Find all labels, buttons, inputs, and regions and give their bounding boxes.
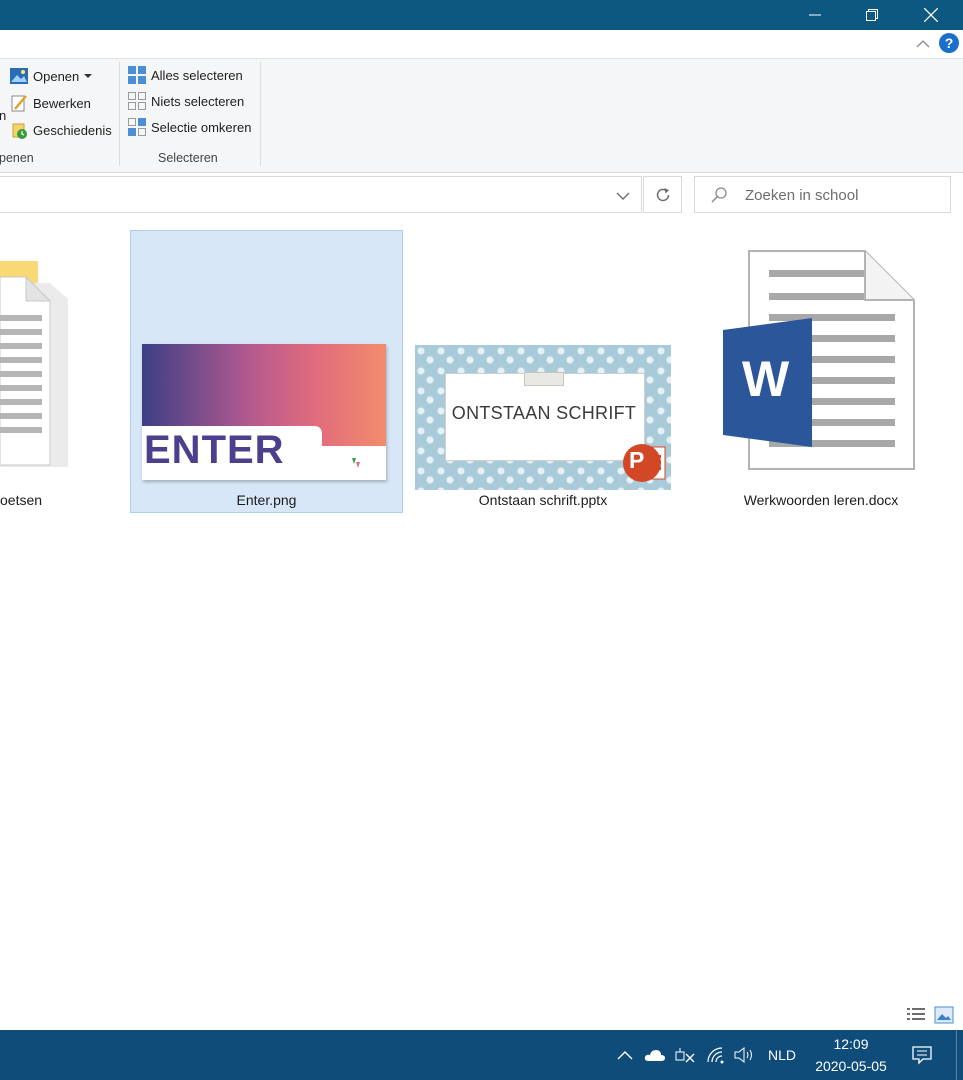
close-icon	[924, 8, 938, 22]
ribbon-tab-strip	[0, 30, 963, 58]
restore-icon	[866, 9, 878, 21]
edit-icon	[9, 93, 29, 113]
chevron-up-icon	[916, 39, 930, 47]
address-history-dropdown[interactable]	[611, 184, 635, 208]
minimize-icon	[809, 14, 821, 16]
edit-button[interactable]: Bewerken	[9, 92, 91, 114]
cloud-icon	[644, 1050, 665, 1061]
action-center-button[interactable]	[910, 1044, 934, 1066]
file-name[interactable]: oetsen	[0, 492, 42, 508]
thumbnail-text: ONTSTAAN SCHRIFT	[451, 403, 637, 423]
clock-time[interactable]: 12:09	[810, 1036, 892, 1052]
history-button[interactable]: Geschiedenis	[9, 119, 112, 141]
open-icon	[9, 66, 29, 86]
ribbon-collapse-button[interactable]	[913, 34, 933, 52]
file-item-ontstaan-schrift-pptx[interactable]: ONTSTAAN SCHRIFT P	[415, 345, 671, 490]
image-thumbnail: ENTER	[142, 344, 386, 480]
open-button[interactable]: Openen	[9, 65, 93, 87]
restore-button[interactable]	[843, 0, 901, 30]
invert-selection-label: Selectie omkeren	[151, 119, 252, 135]
refresh-button[interactable]	[643, 176, 682, 213]
search-icon	[711, 187, 727, 203]
file-name[interactable]: Enter.png	[130, 492, 403, 508]
select-none-label: Niets selecteren	[151, 93, 245, 109]
notification-icon	[912, 1046, 932, 1065]
network-adapter-button[interactable]	[673, 1044, 697, 1066]
invert-selection-button[interactable]: Selectie omkeren	[127, 116, 251, 138]
thumbnail-text: ENTER	[144, 428, 285, 472]
large-icons-view-icon[interactable]	[934, 1006, 954, 1024]
select-group-label: Selecteren	[158, 151, 218, 165]
title-bar[interactable]	[0, 0, 963, 30]
select-none-button[interactable]: Niets selecteren	[127, 90, 244, 112]
select-all-icon	[127, 65, 147, 85]
open-label: Openen	[33, 68, 80, 84]
open-group-label: penen	[0, 151, 34, 165]
volume-button[interactable]	[732, 1044, 756, 1066]
file-item-werkwoorden-leren-docx[interactable]: W	[722, 250, 918, 472]
refresh-icon	[656, 187, 669, 201]
powerpoint-badge: P	[629, 447, 645, 473]
input-language-indicator[interactable]: NLD	[768, 1047, 796, 1063]
clock-date[interactable]: 2020-05-05	[810, 1058, 892, 1074]
file-name[interactable]: Werkwoorden leren.docx	[700, 492, 942, 508]
word-badge: W	[742, 351, 790, 407]
folder-icon	[0, 261, 68, 467]
show-desktop-button[interactable]	[956, 1030, 957, 1080]
select-none-icon	[127, 91, 147, 111]
onedrive-button[interactable]	[643, 1044, 667, 1066]
speaker-icon	[734, 1046, 752, 1064]
help-icon[interactable]: ?	[939, 33, 959, 53]
ribbon-partial-item: n	[0, 108, 7, 123]
wifi-button[interactable]	[704, 1044, 728, 1066]
dropdown-arrow-icon	[84, 74, 93, 78]
invert-selection-icon	[127, 117, 147, 137]
group-divider	[260, 62, 261, 166]
powerpoint-icon: P	[623, 441, 669, 487]
search-input[interactable]: Zoeken in school	[745, 187, 858, 204]
history-label: Geschiedenis	[33, 122, 112, 138]
edit-label: Bewerken	[33, 95, 91, 111]
address-bar[interactable]	[0, 176, 642, 213]
chevron-up-icon	[617, 1051, 633, 1060]
close-button[interactable]	[902, 0, 960, 30]
file-item-folder[interactable]	[0, 255, 90, 470]
history-icon	[9, 120, 29, 140]
group-divider	[119, 62, 120, 166]
minimize-button[interactable]	[786, 0, 844, 30]
ethernet-disconnected-icon	[675, 1048, 695, 1063]
file-name[interactable]: Ontstaan schrift.pptx	[415, 492, 671, 508]
select-all-button[interactable]: Alles selecteren	[127, 64, 243, 86]
wifi-icon	[707, 1047, 724, 1064]
select-all-label: Alles selecteren	[151, 67, 243, 83]
chevron-down-icon	[616, 192, 630, 200]
slide-tape	[524, 372, 564, 386]
show-hidden-icons-button[interactable]	[614, 1044, 636, 1066]
details-view-icon[interactable]	[906, 1006, 926, 1024]
